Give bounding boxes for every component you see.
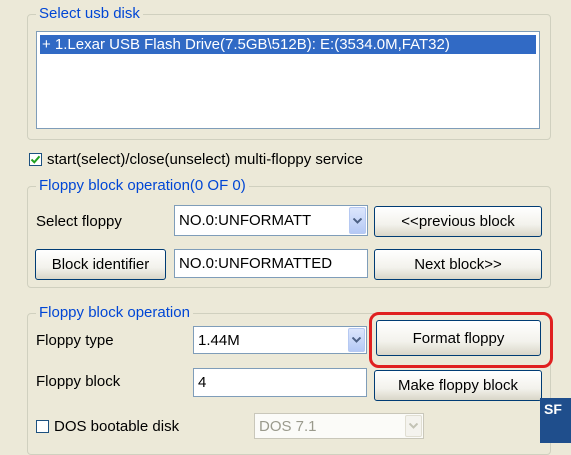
select-floppy-value: NO.0:UNFORMATT	[179, 212, 312, 229]
floppy-block-nav-legend: Floppy block operation(0 OF 0)	[36, 177, 249, 195]
multi-floppy-label[interactable]: start(select)/close(unselect) multi-flop…	[47, 150, 363, 170]
chevron-down-icon[interactable]	[349, 207, 366, 234]
floppy-operation-legend: Floppy block operation	[36, 304, 193, 322]
dos-version-value: DOS 7.1	[259, 417, 317, 435]
dos-version-combo: DOS 7.1	[254, 413, 424, 439]
floppy-type-combo[interactable]: 1.44M	[193, 326, 367, 354]
dos-bootable-label[interactable]: DOS bootable disk	[54, 417, 179, 437]
floppy-type-value: 1.44M	[198, 331, 240, 349]
floppy-type-label: Floppy type	[36, 332, 114, 349]
multi-floppy-checkbox[interactable]	[29, 153, 42, 166]
check-mark-icon	[30, 155, 41, 164]
select-floppy-combo[interactable]: NO.0:UNFORMATT	[174, 205, 368, 236]
floppy-block-label: Floppy block	[36, 373, 121, 390]
select-floppy-label: Select floppy	[36, 213, 122, 230]
side-badge: SF	[540, 398, 571, 443]
block-identifier-field[interactable]: NO.0:UNFORMATTED	[174, 249, 368, 278]
usb-disk-legend: Select usb disk	[36, 5, 143, 23]
next-block-button[interactable]: Next block>>	[374, 249, 542, 280]
chevron-down-icon[interactable]	[348, 328, 365, 352]
make-floppy-block-button[interactable]: Make floppy block	[374, 370, 542, 401]
usb-disk-group: Select usb disk + 1.Lexar USB Flash Driv…	[27, 5, 551, 140]
floppy-block-field[interactable]: 4	[193, 368, 367, 397]
usb-disk-list[interactable]: + 1.Lexar USB Flash Drive(7.5GB\512B): E…	[36, 31, 540, 129]
block-identifier-button[interactable]: Block identifier	[35, 249, 166, 280]
chevron-down-icon	[405, 415, 422, 437]
dos-bootable-checkbox[interactable]	[36, 420, 49, 433]
usb-disk-item[interactable]: + 1.Lexar USB Flash Drive(7.5GB\512B): E…	[40, 35, 536, 54]
format-floppy-button[interactable]: Format floppy	[376, 320, 541, 356]
previous-block-button[interactable]: <<previous block	[374, 206, 542, 237]
